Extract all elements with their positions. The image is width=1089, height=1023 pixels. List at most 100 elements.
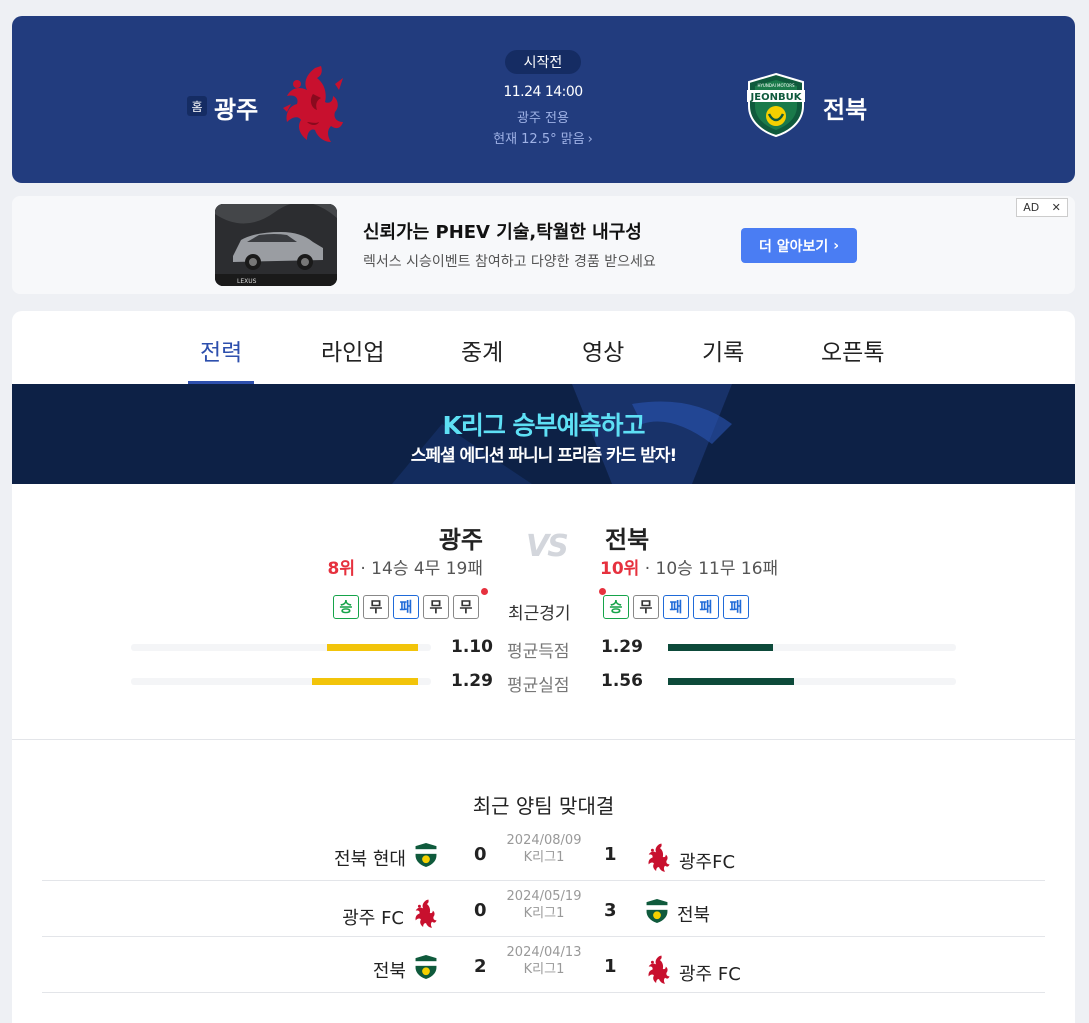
match-league: K리그1 bbox=[523, 850, 565, 865]
ad-flag[interactable]: AD ✕ bbox=[1016, 198, 1068, 217]
home-avg-conceded-bar bbox=[312, 678, 418, 685]
tab-broadcast[interactable]: 중계 bbox=[461, 333, 503, 384]
gwangju-logo-icon bbox=[645, 954, 671, 991]
form-result: 무 bbox=[423, 595, 449, 619]
team-name: 광주 FC bbox=[679, 963, 741, 985]
gwangju-logo-icon bbox=[645, 842, 671, 879]
h2h-right-team: 광주FC bbox=[645, 842, 735, 879]
h2h-match-row[interactable]: 광주 FC 0 2024/05/19 K리그1 3 전북 bbox=[42, 881, 1045, 937]
ad-car-image[interactable]: LEXUS bbox=[215, 204, 337, 286]
right-score: 1 bbox=[604, 844, 617, 865]
ad-brand-text: LEXUS bbox=[237, 278, 257, 285]
home-record-text: · 14승 4무 19패 bbox=[360, 559, 483, 579]
away-record-text: · 10승 11무 16패 bbox=[644, 559, 779, 579]
ad-banner[interactable]: LEXUS 신뢰가는 PHEV 기술,탁월한 내구성 렉서스 시승이벤트 참여하… bbox=[12, 196, 1075, 294]
content-card: 전력 라인업 중계 영상 기록 오픈톡 K리그 승부예측하고 스페셜 에디션 파… bbox=[12, 311, 1075, 1023]
home-avg-scored: 1.10 bbox=[451, 637, 493, 657]
chevron-right-icon: › bbox=[833, 237, 839, 254]
promo-subtitle: 스페셜 에디션 파니니 프리즘 카드 받자! bbox=[410, 446, 678, 466]
team-name: 광주FC bbox=[679, 851, 736, 873]
away-avg-scored-bar bbox=[668, 644, 773, 651]
right-score: 1 bbox=[604, 956, 617, 977]
home-badge: 홈 bbox=[187, 96, 207, 116]
jeonbuk-logo-text: JEONBUK bbox=[750, 92, 803, 103]
chevron-right-icon: › bbox=[587, 132, 593, 147]
gwangju-logo-icon bbox=[412, 898, 438, 935]
h2h-match-row[interactable]: 전북 2 2024/04/13 K리그1 1 광주 FC bbox=[42, 937, 1045, 993]
match-date: 2024/05/19 K리그1 bbox=[497, 888, 591, 922]
weather-text: 현재 12.5° 맑음 bbox=[493, 132, 585, 147]
home-team-name[interactable]: 광주 bbox=[214, 90, 258, 125]
tab-video[interactable]: 영상 bbox=[582, 333, 624, 384]
broadcast-info[interactable]: 광주 전용 bbox=[443, 107, 643, 126]
jeonbuk-logo-subtext: HYUNDAI MOTORS bbox=[757, 83, 795, 88]
home-avg-conceded: 1.29 bbox=[451, 671, 493, 691]
match-date-text: 2024/05/19 bbox=[506, 889, 582, 904]
form-result: 패 bbox=[693, 595, 719, 619]
h2h-left-team: 광주 FC bbox=[342, 898, 438, 935]
latest-match-dot bbox=[481, 588, 488, 595]
home-record: 8위 · 14승 4무 19패 bbox=[328, 554, 484, 579]
away-team-name: 전북 bbox=[605, 526, 650, 554]
gwangju-logo-icon[interactable] bbox=[277, 64, 347, 150]
tab-record[interactable]: 기록 bbox=[702, 333, 744, 384]
match-status-badge: 시작전 bbox=[505, 50, 581, 74]
match-league: K리그1 bbox=[523, 906, 565, 921]
h2h-right-team: 광주 FC bbox=[645, 954, 741, 991]
home-rank: 8위 bbox=[327, 559, 355, 579]
away-team-name[interactable]: 전북 bbox=[823, 90, 867, 125]
prediction-promo-banner[interactable]: K리그 승부예측하고 스페셜 에디션 파니니 프리즘 카드 받자! bbox=[12, 384, 1075, 484]
jeonbuk-logo-icon bbox=[645, 898, 669, 929]
h2h-left-team: 전북 bbox=[373, 954, 438, 985]
form-result: 무 bbox=[363, 595, 389, 619]
form-result: 패 bbox=[393, 595, 419, 619]
jeonbuk-logo-icon[interactable]: JEONBUK HYUNDAI MOTORS bbox=[745, 72, 807, 142]
avg-scored-label: 평균득점 bbox=[507, 642, 570, 662]
match-league: K리그1 bbox=[523, 962, 565, 977]
avg-conceded-label: 평균실점 bbox=[507, 676, 570, 696]
team-name: 광주 FC bbox=[342, 907, 404, 929]
kickoff-time: 11.24 14:00 bbox=[503, 84, 583, 100]
away-avg-conceded: 1.56 bbox=[601, 671, 643, 691]
left-score: 0 bbox=[474, 844, 487, 865]
left-score: 2 bbox=[474, 956, 487, 977]
tab-lineup-power[interactable]: 전력 bbox=[187, 333, 255, 384]
left-score: 0 bbox=[474, 900, 487, 921]
ad-title[interactable]: 신뢰가는 PHEV 기술,탁월한 내구성 bbox=[363, 218, 642, 244]
home-team-name: 광주 bbox=[438, 526, 483, 554]
close-icon[interactable]: ✕ bbox=[1052, 201, 1061, 214]
vs-mark: VS bbox=[526, 529, 569, 564]
ad-description[interactable]: 렉서스 시승이벤트 참여하고 다양한 경품 받으세요 bbox=[363, 251, 656, 271]
ad-label: AD bbox=[1023, 201, 1040, 214]
tab-bar: 전력 라인업 중계 영상 기록 오픈톡 bbox=[12, 311, 1075, 384]
h2h-title: 최근 양팀 맞대결 bbox=[472, 794, 615, 818]
weather-link[interactable]: 현재 12.5° 맑음 › bbox=[443, 128, 643, 147]
h2h-right-team: 전북 bbox=[645, 898, 710, 929]
away-recent-form: 승 무 패 패 패 bbox=[603, 595, 749, 619]
home-recent-form: 승 무 패 무 무 bbox=[333, 595, 479, 619]
away-record: 10위 · 10승 11무 16패 bbox=[600, 554, 778, 579]
form-result: 패 bbox=[663, 595, 689, 619]
h2h-match-row[interactable]: 전북 현대 0 2024/08/09 K리그1 1 광주FC bbox=[42, 825, 1045, 881]
away-rank: 10위 bbox=[600, 559, 640, 579]
tab-opentalk[interactable]: 오픈톡 bbox=[821, 333, 884, 384]
match-date: 2024/04/13 K리그1 bbox=[497, 944, 591, 978]
ad-cta-label: 더 알아보기 bbox=[759, 238, 829, 255]
ad-cta-button[interactable]: 더 알아보기 › bbox=[741, 228, 857, 263]
jeonbuk-logo-icon bbox=[414, 954, 438, 985]
jeonbuk-logo-icon bbox=[414, 842, 438, 873]
h2h-left-team: 전북 현대 bbox=[334, 842, 438, 873]
right-score: 3 bbox=[604, 900, 617, 921]
promo-title: K리그 승부예측하고 bbox=[442, 411, 645, 440]
team-name: 전북 현대 bbox=[334, 848, 406, 870]
form-result: 승 bbox=[603, 595, 629, 619]
match-date: 2024/08/09 K리그1 bbox=[497, 832, 591, 866]
team-name: 전북 bbox=[372, 960, 406, 982]
tab-lineup[interactable]: 라인업 bbox=[321, 333, 384, 384]
form-result: 무 bbox=[453, 595, 479, 619]
form-result: 패 bbox=[723, 595, 749, 619]
home-avg-scored-bar bbox=[327, 644, 418, 651]
section-divider bbox=[12, 739, 1075, 740]
latest-match-dot bbox=[599, 588, 606, 595]
away-avg-conceded-bar bbox=[668, 678, 794, 685]
